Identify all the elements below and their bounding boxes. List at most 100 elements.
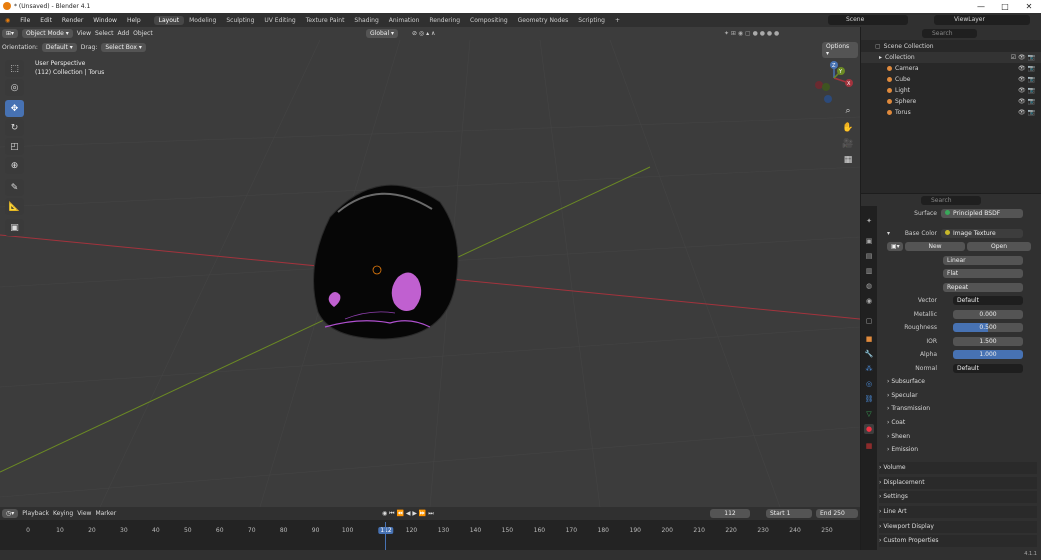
extension-dropdown[interactable]: Repeat — [943, 283, 1023, 292]
menu-help[interactable]: Help — [122, 17, 146, 24]
viewport-display-panel[interactable]: › Viewport Display — [879, 521, 1037, 533]
base-color-expander[interactable]: ▾ — [887, 230, 890, 237]
physics-tab-icon[interactable]: ◎ — [864, 379, 874, 389]
base-color-field[interactable]: Image Texture — [941, 229, 1023, 238]
move-tool[interactable]: ✥ — [5, 100, 24, 117]
blender-menu-icon[interactable]: ◉ — [0, 17, 15, 24]
zoom-icon[interactable]: ⌕ — [840, 104, 856, 118]
timeline-view-menu[interactable]: View — [77, 510, 91, 517]
output-tab-icon[interactable]: ▤ — [864, 251, 874, 261]
menu-select[interactable]: Select — [95, 30, 114, 37]
playback-menu[interactable]: Playback — [22, 510, 49, 517]
menu-view[interactable]: View — [77, 30, 91, 37]
roughness-slider[interactable]: 0.500 — [953, 323, 1023, 332]
annotate-tool[interactable]: ✎ — [5, 179, 24, 196]
scene-tab-icon[interactable]: ◍ — [864, 281, 874, 291]
material-tab-icon[interactable]: ● — [864, 424, 874, 434]
displacement-panel[interactable]: › Displacement — [879, 477, 1037, 489]
snap-icon[interactable]: ⊘ ◎ ▴ ∧ — [412, 30, 435, 37]
marker-menu[interactable]: Marker — [95, 510, 116, 517]
playhead-line[interactable] — [385, 522, 386, 550]
outliner-item-cube[interactable]: Cube 👁 📷 — [861, 74, 1041, 85]
mode-dropdown[interactable]: Object Mode ▾ — [22, 29, 73, 38]
add-workspace-button[interactable]: + — [610, 16, 625, 25]
close-button[interactable]: ✕ — [1017, 0, 1041, 13]
scene-selector[interactable]: Scene — [828, 15, 908, 25]
cursor-tool[interactable]: ◎ — [5, 79, 24, 96]
navigation-gizmo[interactable]: Z X Y — [815, 61, 853, 103]
particles-tab-icon[interactable]: ⁂ — [864, 364, 874, 374]
collection-row[interactable]: ▸ Collection ☑ 👁 📷 — [861, 52, 1041, 63]
properties-search[interactable]: Search — [921, 196, 981, 205]
data-tab-icon[interactable]: ▽ — [864, 409, 874, 419]
shading-icons[interactable]: ✦ ⊞ ◉ ▢ ● ● ● ● — [724, 30, 779, 37]
coat-panel[interactable]: › Coat — [887, 417, 1041, 429]
playback-controls[interactable]: ◉ ⏮ ⏪ ◀ ▶ ⏩ ⏭ — [382, 510, 434, 518]
menu-render[interactable]: Render — [57, 17, 88, 24]
add-cube-tool[interactable]: ▣ — [5, 219, 24, 236]
object-tab-icon[interactable]: ■ — [864, 334, 874, 344]
custom-properties-panel[interactable]: › Custom Properties — [879, 535, 1037, 547]
rotate-tool[interactable]: ↻ — [5, 119, 24, 136]
sheen-panel[interactable]: › Sheen — [887, 431, 1041, 443]
maximize-button[interactable]: □ — [993, 0, 1017, 13]
timeline[interactable]: ◷▾ Playback Keying View Marker ◉ ⏮ ⏪ ◀ ▶… — [0, 507, 860, 550]
options-button[interactable]: Options ▾ — [822, 42, 858, 58]
view-layer-tab-icon[interactable]: ▥ — [864, 266, 874, 276]
render-tab-icon[interactable]: ▣ — [864, 236, 874, 246]
keying-menu[interactable]: Keying — [53, 510, 73, 517]
outliner-item-camera[interactable]: Camera 👁 📷 — [861, 63, 1041, 74]
menu-add[interactable]: Add — [118, 30, 130, 37]
camera-view-icon[interactable]: 🎥 — [840, 137, 856, 151]
tab-modeling[interactable]: Modeling — [184, 16, 221, 25]
pan-hand-icon[interactable]: ✋ — [840, 121, 856, 135]
tab-geometry-nodes[interactable]: Geometry Nodes — [513, 16, 574, 25]
projection-dropdown[interactable]: Flat — [943, 269, 1023, 278]
normal-field[interactable]: Default — [953, 364, 1023, 373]
scene-collection-row[interactable]: ▢ Scene Collection — [861, 41, 1041, 52]
tab-shading[interactable]: Shading — [349, 16, 383, 25]
open-image-button[interactable]: Open — [967, 242, 1031, 251]
ior-slider[interactable]: 1.500 — [953, 337, 1023, 346]
minimize-button[interactable]: — — [969, 0, 993, 13]
orientation-dropdown[interactable]: Default ▾ — [41, 42, 77, 52]
tool-tab-icon[interactable]: ✦ — [864, 216, 874, 226]
scale-tool[interactable]: ◰ — [5, 138, 24, 155]
menu-object[interactable]: Object — [133, 30, 153, 37]
collection-tab-icon[interactable]: ▢ — [864, 316, 874, 326]
outliner-item-light[interactable]: Light 👁 📷 — [861, 85, 1041, 96]
alpha-slider[interactable]: 1.000 — [953, 350, 1023, 359]
surface-shader-field[interactable]: Principled BSDF — [941, 209, 1023, 218]
tab-scripting[interactable]: Scripting — [573, 16, 610, 25]
view-layer-selector[interactable]: ViewLayer — [934, 15, 1030, 25]
specular-panel[interactable]: › Specular — [887, 390, 1041, 402]
world-tab-icon[interactable]: ◉ — [864, 296, 874, 306]
drag-dropdown[interactable]: Select Box ▾ — [101, 42, 146, 52]
editor-type-button[interactable]: ⊞▾ — [2, 29, 19, 38]
perspective-grid-icon[interactable]: ▦ — [840, 153, 856, 167]
settings-panel[interactable]: › Settings — [879, 491, 1037, 503]
transform-orientation-dropdown[interactable]: Global ▾ — [366, 29, 399, 38]
metallic-slider[interactable]: 0.000 — [953, 310, 1023, 319]
subsurface-panel[interactable]: › Subsurface — [887, 376, 1041, 388]
3d-viewport[interactable]: Z X Y ⊞▾ Object Mode ▾ View Select Add O… — [0, 27, 860, 507]
tab-animation[interactable]: Animation — [384, 16, 425, 25]
tab-compositing[interactable]: Compositing — [465, 16, 513, 25]
transform-tool[interactable]: ⊕ — [5, 157, 24, 174]
select-box-tool[interactable]: ⬚ — [5, 60, 24, 77]
transmission-panel[interactable]: › Transmission — [887, 403, 1041, 415]
line-art-panel[interactable]: › Line Art — [879, 506, 1037, 518]
emission-panel[interactable]: › Emission — [887, 444, 1041, 456]
tab-sculpting[interactable]: Sculpting — [221, 16, 259, 25]
current-frame-field[interactable]: 112 — [710, 509, 750, 518]
menu-file[interactable]: File — [15, 17, 35, 24]
texture-tab-icon[interactable]: ▦ — [864, 441, 874, 451]
tab-texture-paint[interactable]: Texture Paint — [301, 16, 350, 25]
outliner-item-torus[interactable]: Torus 👁 📷 — [861, 107, 1041, 118]
tab-layout[interactable]: Layout — [153, 15, 185, 25]
tab-uv-editing[interactable]: UV Editing — [259, 16, 300, 25]
modifier-tab-icon[interactable]: 🔧 — [864, 349, 874, 359]
start-frame-field[interactable]: Start 1 — [766, 509, 812, 518]
timeline-editor-type-button[interactable]: ◷▾ — [2, 509, 19, 518]
outliner-search[interactable]: Search — [922, 29, 977, 38]
